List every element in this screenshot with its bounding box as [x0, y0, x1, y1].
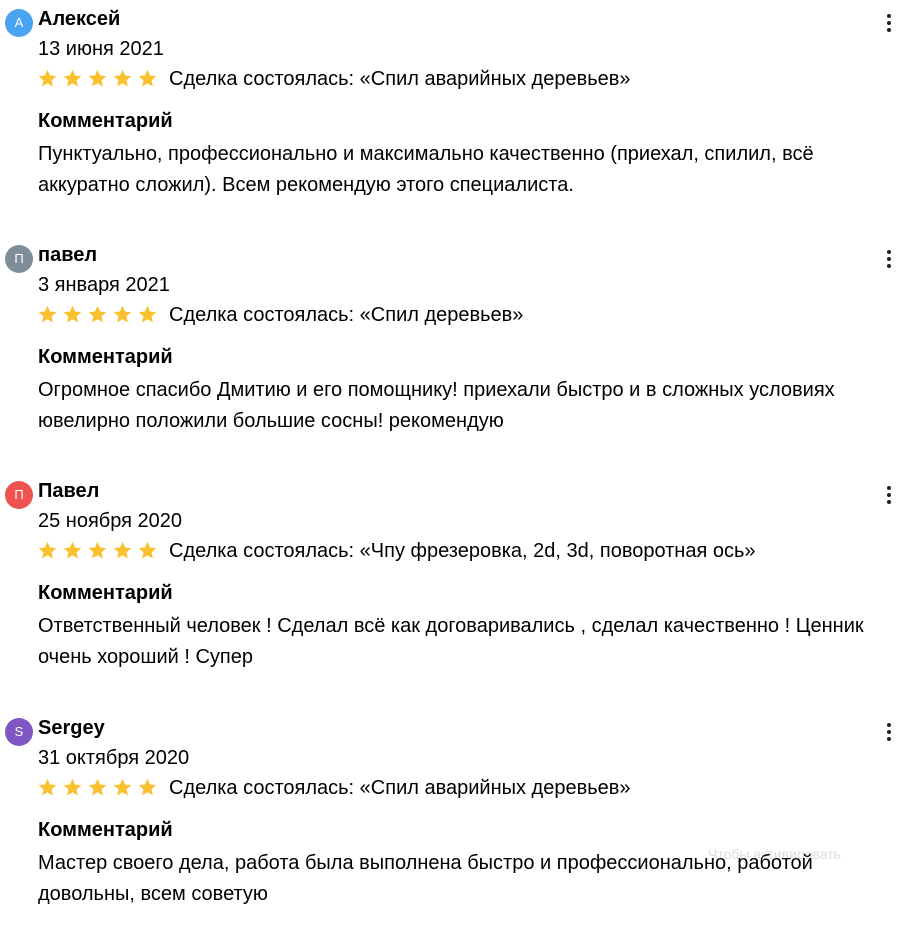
- menu-dot: [887, 486, 891, 490]
- star-icon: [63, 541, 82, 559]
- menu-dot: [887, 723, 891, 727]
- star-icon: [38, 541, 57, 559]
- comment-text: Ответственный человек ! Сделал всё как д…: [38, 615, 864, 668]
- menu-dot: [887, 250, 891, 254]
- menu-dot: [887, 730, 891, 734]
- reviewer-name[interactable]: Алексей: [38, 7, 120, 31]
- star-icon: [88, 778, 107, 796]
- star-rating: [37, 540, 158, 564]
- star-icon: [138, 541, 157, 559]
- star-icon: [88, 305, 107, 323]
- star-icon: [38, 69, 57, 87]
- star-icon: [138, 778, 157, 796]
- comment-heading: Комментарий: [38, 110, 173, 132]
- review-item: А Алексей 13 июня 2021 Сделка состоялась: «…: [0, 0, 918, 236]
- star-icon: [113, 778, 132, 796]
- comment-heading: Комментарий: [38, 346, 173, 368]
- review-date: 31 октября 2020: [38, 747, 190, 769]
- comment-text: Огромное спасибо Дмитию и его помощнику!…: [38, 379, 835, 432]
- reviewer-name[interactable]: Sergey: [38, 716, 105, 740]
- deal-status: Сделка состоялась: «Спил аварийных дерев…: [169, 777, 631, 799]
- menu-dot: [887, 737, 891, 741]
- review-date: 3 января 2021: [38, 274, 170, 296]
- more-vertical-icon[interactable]: [879, 246, 899, 272]
- avatar[interactable]: П: [5, 245, 33, 273]
- star-icon: [138, 69, 157, 87]
- menu-dot: [887, 28, 891, 32]
- star-icon: [88, 69, 107, 87]
- star-icon: [113, 541, 132, 559]
- deal-status: Сделка состоялась: «Спил аварийных дерев…: [169, 68, 631, 90]
- star-icon: [138, 305, 157, 323]
- review-item: П Павел 25 ноября 2020 Сделка состоялась: «…: [0, 472, 918, 708]
- more-vertical-icon[interactable]: [879, 482, 899, 508]
- star-rating: [37, 777, 158, 801]
- star-icon: [63, 69, 82, 87]
- menu-dot: [887, 21, 891, 25]
- menu-dot: [887, 14, 891, 18]
- menu-dot: [887, 264, 891, 268]
- avatar[interactable]: П: [5, 481, 33, 509]
- comment-heading: Комментарий: [38, 819, 173, 841]
- star-icon: [113, 305, 132, 323]
- star-icon: [38, 305, 57, 323]
- star-icon: [63, 305, 82, 323]
- star-icon: [38, 778, 57, 796]
- star-icon: [113, 69, 132, 87]
- deal-status: Сделка состоялась: «Спил деревьев»: [169, 304, 524, 326]
- star-icon: [88, 541, 107, 559]
- star-rating: [37, 304, 158, 328]
- comment-heading: Комментарий: [38, 582, 173, 604]
- star-rating: [37, 68, 158, 92]
- comment-text: Пунктуально, профессионально и максималь…: [38, 143, 814, 196]
- menu-dot: [887, 493, 891, 497]
- avatar[interactable]: S: [5, 718, 33, 746]
- menu-dot: [887, 257, 891, 261]
- avatar[interactable]: А: [5, 9, 33, 37]
- reviewer-name[interactable]: Павел: [38, 479, 99, 503]
- star-icon: [63, 778, 82, 796]
- deal-status: Сделка состоялась: «Чпу фрезеровка, 2d, …: [169, 540, 756, 562]
- reviewer-name[interactable]: павел: [38, 243, 97, 267]
- more-vertical-icon[interactable]: [879, 10, 899, 36]
- comment-text: Мастер своего дела, работа была выполнен…: [38, 852, 813, 905]
- review-date: 13 июня 2021: [38, 38, 164, 60]
- menu-dot: [887, 500, 891, 504]
- review-item: Ппавел 3 января 2021 Сделка состоялась: «С…: [0, 236, 918, 472]
- review-item: S Sergey 31 октября 2020 Сделка состоялась:…: [0, 709, 918, 945]
- review-date: 25 ноября 2020: [38, 510, 183, 532]
- more-vertical-icon[interactable]: [879, 719, 899, 745]
